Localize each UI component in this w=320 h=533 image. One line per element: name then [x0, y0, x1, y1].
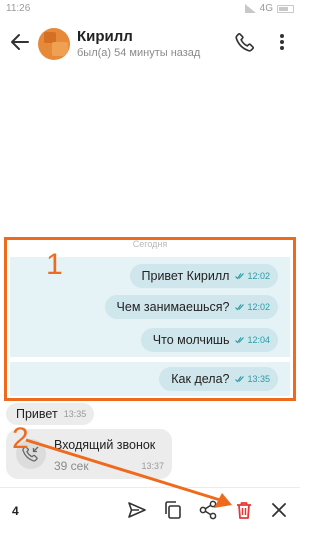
send-icon[interactable]	[126, 499, 148, 521]
annotation-label-1: 1	[46, 248, 63, 281]
signal-icon	[244, 4, 256, 13]
message-time: 13:35	[63, 409, 87, 419]
call-title: Входящий звонок	[54, 438, 156, 452]
call-duration: 39 сек	[54, 459, 89, 473]
close-icon[interactable]	[268, 499, 290, 521]
contact-name[interactable]: Кирилл	[77, 28, 133, 45]
battery-icon	[277, 4, 294, 13]
more-vert-icon[interactable]	[272, 31, 292, 53]
network-type: 4G	[259, 3, 273, 14]
avatar[interactable]	[38, 28, 70, 60]
incoming-call-message[interactable]: Входящий звонок 39 сек 13:37	[6, 429, 172, 479]
annotation-label-2: 2	[12, 422, 29, 455]
status-time: 11:26	[6, 3, 31, 14]
back-arrow-icon[interactable]	[8, 30, 32, 54]
status-bar: 11:26 4G	[0, 0, 300, 18]
status-indicators: 4G	[244, 3, 294, 14]
last-seen-status: был(а) 54 минуты назад	[77, 47, 201, 59]
share-icon[interactable]	[197, 499, 219, 521]
delete-icon[interactable]	[233, 499, 255, 521]
copy-icon[interactable]	[162, 499, 184, 521]
call-time: 13:37	[141, 461, 164, 471]
message-text: Привет	[16, 407, 58, 421]
selected-count: 4	[12, 504, 19, 518]
phone-icon[interactable]	[234, 31, 256, 53]
selection-action-bar: 4	[0, 487, 300, 533]
chat-header: Кирилл был(а) 54 минуты назад	[0, 22, 300, 66]
